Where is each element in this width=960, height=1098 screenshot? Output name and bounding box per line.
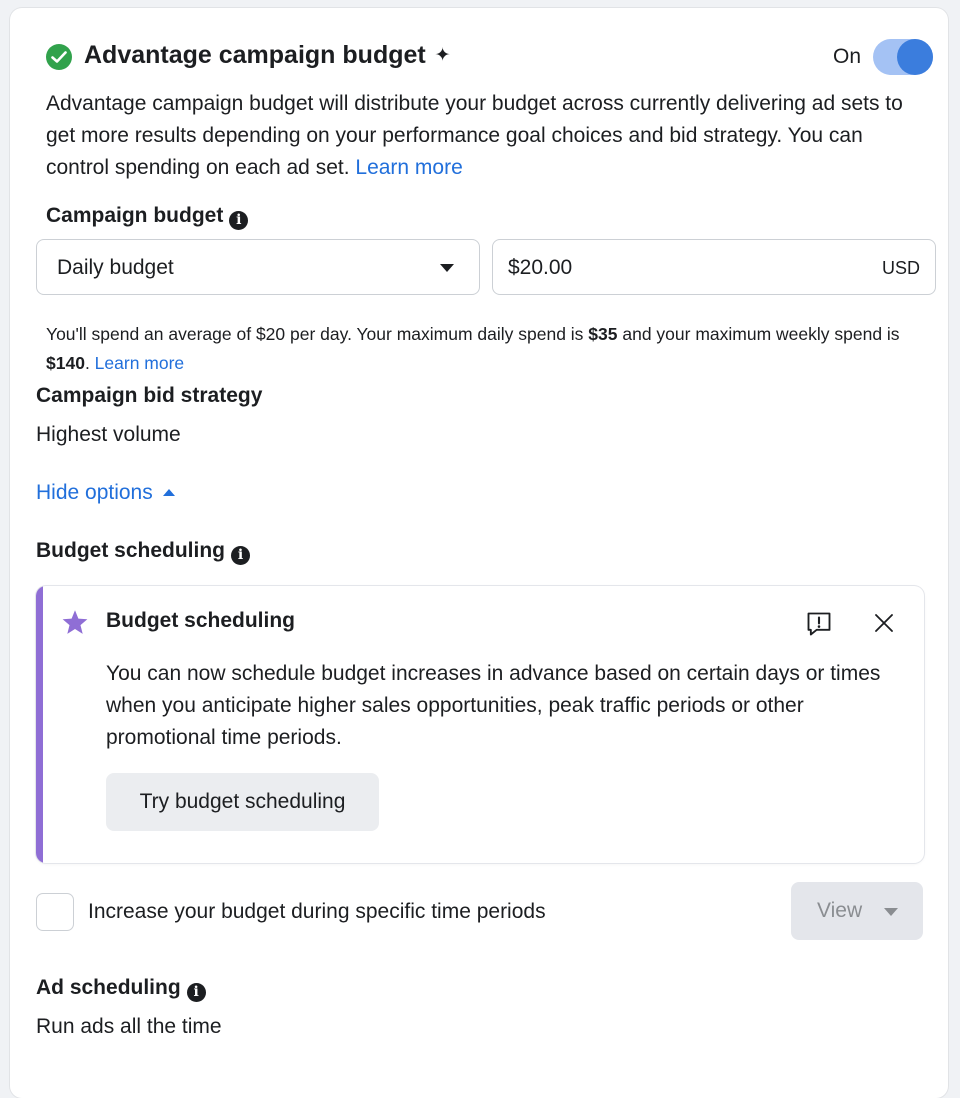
- campaign-budget-card: Advantage campaign budget ✦ On Advantage…: [10, 8, 948, 1098]
- advantage-budget-toggle[interactable]: [873, 39, 933, 75]
- budget-amount-value: $20.00: [508, 256, 573, 279]
- description-text: Advantage campaign budget will distribut…: [46, 92, 903, 179]
- ad-scheduling-label-text: Ad scheduling: [36, 976, 181, 999]
- budget-amount-input[interactable]: $20.00 USD: [492, 239, 936, 295]
- info-icon[interactable]: i: [186, 983, 206, 1002]
- chevron-down-icon: [884, 908, 898, 916]
- promo-title: Budget scheduling: [106, 609, 295, 632]
- promo-accent-bar: [36, 586, 43, 863]
- info-icon[interactable]: i: [229, 211, 249, 230]
- spend-info-text-1: You'll spend an average of $20 per day. …: [46, 324, 589, 344]
- description: Advantage campaign budget will distribut…: [46, 88, 926, 184]
- ad-scheduling-label: Ad scheduling i: [36, 976, 206, 1002]
- toggle-knob: [897, 39, 933, 75]
- budget-type-select[interactable]: Daily budget: [36, 239, 480, 295]
- hide-options-link[interactable]: Hide options: [36, 481, 175, 505]
- view-button[interactable]: View: [791, 882, 923, 940]
- header-title: Advantage campaign budget ✦: [84, 41, 451, 70]
- star-icon: [62, 610, 88, 634]
- budget-scheduling-label-text: Budget scheduling: [36, 539, 225, 562]
- increase-budget-label: Increase your budget during specific tim…: [88, 900, 546, 923]
- campaign-budget-label-text: Campaign budget: [46, 204, 224, 227]
- campaign-budget-label: Campaign budget i: [46, 204, 249, 230]
- spend-info-text-2: and your maximum weekly spend is: [617, 324, 900, 344]
- sparkle-icon: ✦: [434, 45, 451, 66]
- promo-body: You can now schedule budget increases in…: [106, 662, 881, 749]
- max-weekly-spend: $140: [46, 353, 85, 373]
- budget-type-value: Daily budget: [57, 256, 174, 279]
- check-circle-icon: [46, 44, 72, 70]
- hide-options-label: Hide options: [36, 481, 153, 504]
- feedback-icon[interactable]: [805, 610, 833, 638]
- ad-scheduling-value: Run ads all the time: [36, 1015, 222, 1038]
- bid-strategy-label: Campaign bid strategy: [36, 384, 263, 407]
- spend-learn-more-link[interactable]: Learn more: [95, 353, 185, 373]
- toggle-label: On: [833, 45, 862, 68]
- increase-budget-checkbox[interactable]: [36, 893, 74, 931]
- max-daily-spend: $35: [588, 324, 618, 344]
- view-button-label: View: [817, 899, 863, 922]
- header-title-text: Advantage campaign budget: [84, 41, 426, 69]
- learn-more-link[interactable]: Learn more: [355, 156, 462, 179]
- spend-info-text-3: .: [84, 353, 95, 373]
- close-icon[interactable]: [873, 612, 895, 634]
- bid-strategy-value: Highest volume: [36, 423, 181, 446]
- spend-info: You'll spend an average of $20 per day. …: [46, 320, 926, 378]
- caret-up-icon: [162, 489, 175, 496]
- budget-scheduling-label: Budget scheduling i: [36, 539, 250, 565]
- chevron-down-icon: [440, 264, 454, 272]
- info-icon[interactable]: i: [231, 546, 250, 565]
- try-budget-scheduling-button[interactable]: Try budget scheduling: [106, 773, 379, 831]
- budget-scheduling-promo: Budget scheduling You can now schedule b…: [36, 586, 924, 863]
- currency-label: USD: [881, 258, 920, 278]
